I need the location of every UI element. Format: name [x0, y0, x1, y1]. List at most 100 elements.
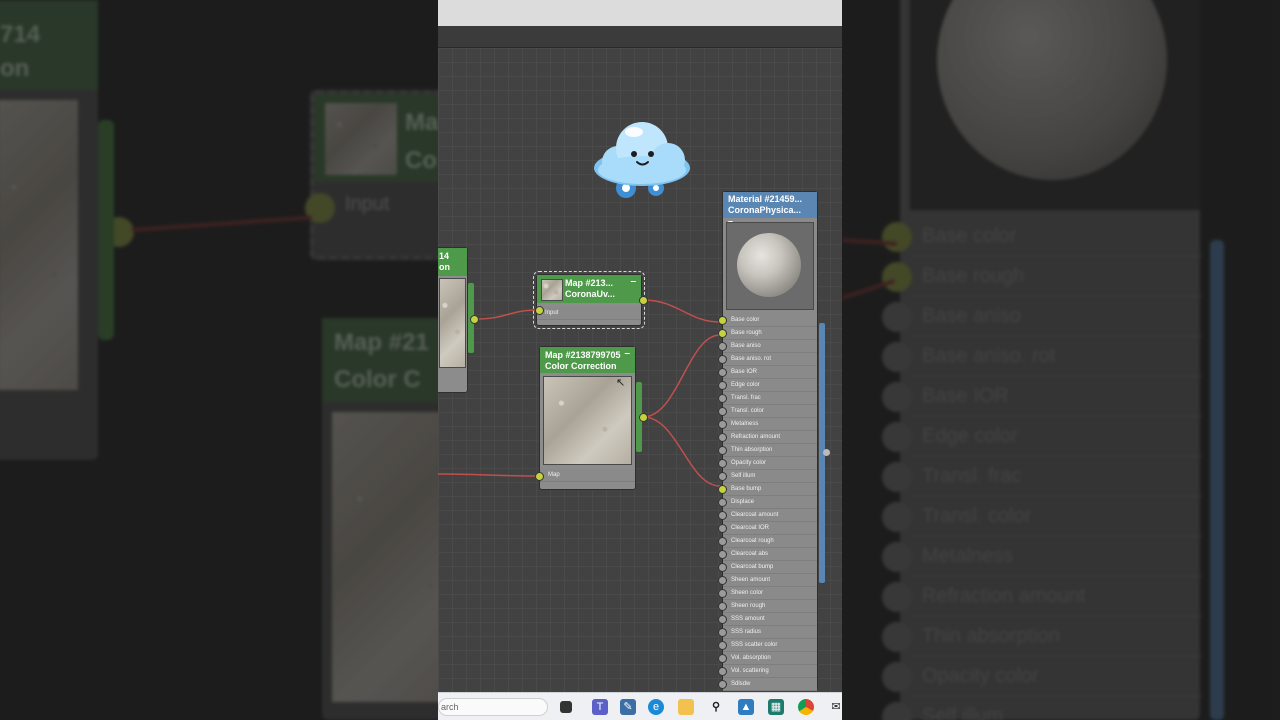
uv-node-title-line2: CoronaUv...: [565, 289, 615, 299]
material-port-dot[interactable]: [718, 355, 727, 364]
material-port-label: Base IOR: [731, 369, 758, 375]
material-port-label: Refraction amount: [731, 434, 781, 440]
material-port-row: Self illum: [718, 470, 817, 483]
material-port-row: Base IOR: [718, 366, 817, 379]
uv-node-output-port[interactable]: [639, 296, 648, 305]
uv-node-input-port-row: Input: [537, 307, 641, 320]
material-port-dot[interactable]: [718, 615, 727, 624]
material-port-dot[interactable]: [718, 394, 727, 403]
wire-cc-to-base-rough: [642, 334, 721, 418]
material-port-dot[interactable]: [718, 316, 727, 325]
material-port-label: Base color: [731, 317, 760, 323]
editor-toolbar: [438, 26, 842, 48]
photos-icon[interactable]: ▲: [738, 699, 754, 715]
calculator-icon[interactable]: ▦: [768, 699, 784, 715]
material-port-dot[interactable]: [718, 563, 727, 572]
chrome-icon[interactable]: [798, 699, 814, 715]
material-port-row: Refraction amount: [718, 431, 817, 444]
uv-node-minimize-button[interactable]: –: [630, 276, 636, 287]
material-port-dot[interactable]: [718, 381, 727, 390]
material-port-dot[interactable]: [718, 602, 727, 611]
material-port-dot[interactable]: [718, 550, 727, 559]
corona-physical-material-node[interactable]: Material #21459... CoronaPhysica... – Ba…: [718, 191, 818, 691]
material-port-row: Opacity color: [718, 457, 817, 470]
material-port-label: Clearcoat IOR: [731, 525, 770, 531]
partial-node-output-port[interactable]: [470, 315, 479, 324]
material-port-dot[interactable]: [718, 459, 727, 468]
material-port-dot[interactable]: [718, 420, 727, 429]
material-port-row: Clearcoat rough: [718, 535, 817, 548]
uv-node-input-port[interactable]: [535, 306, 544, 315]
mail-icon[interactable]: ✉: [828, 699, 842, 715]
material-preview-box: [726, 222, 814, 310]
wire-cc-to-base-bump: [642, 416, 721, 487]
material-port-dot[interactable]: [718, 342, 727, 351]
material-port-row: SSS scatter color: [718, 639, 817, 652]
right-blurred-panel: Base color Base rough Base aniso Base aniso…: [842, 0, 1280, 720]
material-port-label: Sheen rough: [731, 603, 766, 609]
material-port-dot[interactable]: [718, 537, 727, 546]
material-port-label: Base bump: [731, 486, 762, 492]
partial-node-title-line1: 14: [439, 251, 450, 261]
material-port-label: Metalness: [731, 421, 759, 427]
material-port-row: Sheen rough: [718, 600, 817, 613]
material-port-label: Clearcoat bump: [731, 564, 774, 570]
cc-node-minimize-button[interactable]: –: [624, 348, 630, 359]
material-port-label: Sdlsdw: [731, 681, 751, 687]
search-app-icon[interactable]: ⚲: [708, 699, 724, 715]
material-port-dot[interactable]: [718, 667, 727, 676]
teams-icon[interactable]: T: [592, 699, 608, 715]
material-port-dot[interactable]: [718, 407, 727, 416]
uv-node-title-line1: Map #213...: [565, 278, 614, 288]
material-port-dot[interactable]: [718, 446, 727, 455]
cc-node-thumbnail: [543, 376, 632, 465]
material-port-row: Base bump: [718, 483, 817, 496]
edge-browser-icon[interactable]: e: [648, 699, 664, 715]
material-port-label: Transl. color: [731, 408, 764, 414]
material-port-label: Thin absorption: [731, 447, 773, 453]
partial-node-thumbnail: [439, 278, 466, 368]
taskbar-search-box[interactable]: arch: [438, 698, 548, 716]
material-port-label: Sheen color: [731, 590, 764, 596]
material-port-dot[interactable]: [718, 368, 727, 377]
material-node-title-line2: CoronaPhysica...: [728, 205, 802, 215]
cc-node-title-line1: Map #2138799705: [545, 350, 621, 360]
material-port-row: Base aniso. rot: [718, 353, 817, 366]
material-output-port[interactable]: [823, 449, 830, 456]
material-port-dot[interactable]: [718, 511, 727, 520]
material-port-dot[interactable]: [718, 589, 727, 598]
wire-incoming-to-cc: [438, 473, 540, 477]
material-port-row: Base color: [718, 314, 817, 327]
material-port-dot[interactable]: [718, 680, 727, 689]
cloud-icon: [594, 122, 690, 186]
material-port-label: Self illum: [731, 473, 756, 479]
material-port-dot[interactable]: [718, 641, 727, 650]
material-preview-sphere: [737, 233, 801, 297]
task-view-icon[interactable]: [560, 701, 572, 713]
material-port-dot[interactable]: [718, 485, 727, 494]
wire-partial-to-uv: [474, 309, 540, 320]
material-port-dot[interactable]: [718, 576, 727, 585]
color-correction-node[interactable]: Map #2138799705 Color Correction – Map: [539, 346, 636, 490]
material-port-dot[interactable]: [718, 628, 727, 637]
material-port-row: SSS amount: [718, 613, 817, 626]
uv-node-input-label: Input: [545, 310, 559, 316]
pen-app-icon[interactable]: ✎: [620, 699, 636, 715]
partial-map-node[interactable]: 14 on: [438, 247, 468, 393]
material-port-dot[interactable]: [718, 654, 727, 663]
cc-node-output-port[interactable]: [639, 413, 648, 422]
cc-node-map-input-port[interactable]: [535, 472, 544, 481]
material-port-dot[interactable]: [718, 329, 727, 338]
uv-map-node[interactable]: Map #213... CoronaUv... – Input: [533, 271, 645, 329]
material-port-label: Edge color: [731, 382, 760, 388]
file-explorer-icon[interactable]: [678, 699, 694, 715]
material-port-row: Displace: [718, 496, 817, 509]
material-port-label: Base rough: [731, 330, 762, 336]
material-port-label: Vol. scattering: [731, 668, 769, 674]
material-port-dot[interactable]: [718, 524, 727, 533]
material-port-dot[interactable]: [718, 433, 727, 442]
material-port-row: Thin absorption: [718, 444, 817, 457]
material-port-dot[interactable]: [718, 472, 727, 481]
material-port-dot[interactable]: [718, 498, 727, 507]
material-port-label: Opacity color: [731, 460, 767, 466]
